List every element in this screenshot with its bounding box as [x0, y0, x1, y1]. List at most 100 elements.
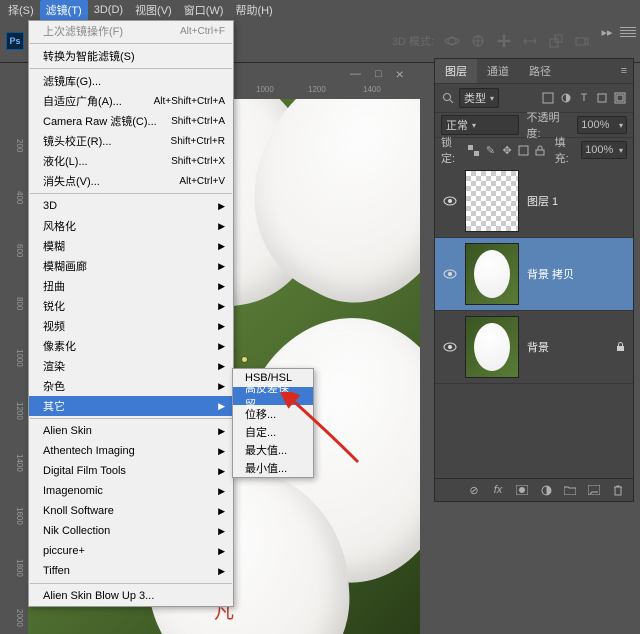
submenu-high-pass[interactable]: 高反差保留... — [233, 387, 313, 405]
menu-liquify[interactable]: 液化(L)...Shift+Ctrl+X — [29, 151, 233, 171]
search-icon[interactable] — [441, 91, 455, 105]
tab-layers[interactable]: 图层 — [435, 59, 477, 83]
menu-3d[interactable]: 3D(D) — [88, 0, 129, 20]
scale-icon[interactable] — [548, 33, 564, 49]
kind-select[interactable]: 类型▾ — [459, 88, 499, 108]
menu-vanishing-point[interactable]: 消失点(V)...Alt+Ctrl+V — [29, 171, 233, 191]
window-controls: — □ × — [350, 64, 404, 84]
menu-athentech[interactable]: Athentech Imaging▶ — [29, 441, 233, 461]
menu-other[interactable]: 其它▶ — [29, 396, 233, 416]
menu-alien-skin-blowup[interactable]: Alien Skin Blow Up 3... — [29, 586, 233, 606]
menu-imagenomic[interactable]: Imagenomic▶ — [29, 481, 233, 501]
link-layers-icon[interactable]: ⊘ — [467, 483, 481, 497]
menu-filter[interactable]: 滤镜(T) — [40, 0, 88, 20]
filter-text-icon[interactable]: T — [577, 91, 591, 105]
layer-name[interactable]: 图层 1 — [527, 193, 558, 209]
menu-distort[interactable]: 扭曲▶ — [29, 276, 233, 296]
maximize-button[interactable]: □ — [375, 68, 382, 80]
mask-icon[interactable] — [515, 483, 529, 497]
menu-adaptive-wide[interactable]: 自适应广角(A)...Alt+Shift+Ctrl+A — [29, 91, 233, 111]
filter-row: 类型▾ T — [435, 83, 633, 112]
pan-icon[interactable] — [496, 33, 512, 49]
menu-noise[interactable]: 杂色▶ — [29, 376, 233, 396]
layers-panel: 图层 通道 路径 ≡ 类型▾ T 正常▾ 不透明度: 100%▾ 锁定: ✎ ✥… — [434, 58, 634, 502]
opacity-input[interactable]: 100%▾ — [577, 116, 627, 134]
filter-pixel-icon[interactable] — [541, 91, 555, 105]
layer-thumbnail[interactable] — [465, 170, 519, 232]
layer-list: 图层 1 背景 拷贝 背景 — [435, 165, 633, 479]
lock-label: 锁定: — [441, 134, 464, 166]
panel-menu-icon[interactable]: ≡ — [621, 65, 627, 77]
menu-render[interactable]: 渲染▶ — [29, 356, 233, 376]
collapse-icon[interactable]: ▸▸ — [596, 24, 618, 40]
layers-footer: ⊘ fx — [435, 478, 633, 501]
menu-help[interactable]: 帮助(H) — [229, 0, 278, 20]
visibility-icon[interactable] — [435, 269, 465, 279]
tab-paths[interactable]: 路径 — [519, 59, 561, 83]
menu-tiffen[interactable]: Tiffen▶ — [29, 561, 233, 581]
menu-convert-smart[interactable]: 转换为智能滤镜(S) — [29, 46, 233, 66]
menu-alien-skin[interactable]: Alien Skin▶ — [29, 421, 233, 441]
filter-shape-icon[interactable] — [595, 91, 609, 105]
fill-label: 填充: — [555, 134, 578, 166]
camera-icon[interactable] — [574, 33, 590, 49]
close-button[interactable]: × — [396, 66, 404, 82]
submenu-minimum[interactable]: 最小值... — [233, 459, 313, 477]
roll-icon[interactable] — [470, 33, 486, 49]
menu-sharpen[interactable]: 锐化▶ — [29, 296, 233, 316]
filter-smart-icon[interactable] — [613, 91, 627, 105]
menu-3d-sub[interactable]: 3D▶ — [29, 196, 233, 216]
fx-icon[interactable]: fx — [491, 483, 505, 497]
menu-window[interactable]: 窗口(W) — [178, 0, 230, 20]
menu-nik[interactable]: Nik Collection▶ — [29, 521, 233, 541]
menu-lens-correction[interactable]: 镜头校正(R)...Shift+Ctrl+R — [29, 131, 233, 151]
mode-label: 3D 模式: — [392, 33, 434, 49]
minimize-button[interactable]: — — [350, 68, 361, 80]
fill-input[interactable]: 100%▾ — [581, 141, 627, 159]
visibility-icon[interactable] — [435, 342, 465, 352]
blend-row: 正常▾ 不透明度: 100%▾ — [435, 112, 633, 137]
blend-mode-select[interactable]: 正常▾ — [441, 115, 519, 135]
filter-menu-dropdown: 上次滤镜操作(F)Alt+Ctrl+F 转换为智能滤镜(S) 滤镜库(G)...… — [28, 20, 234, 607]
adjustment-icon[interactable] — [539, 483, 553, 497]
panel-menu-icon[interactable] — [620, 24, 636, 40]
menu-stylize[interactable]: 风格化▶ — [29, 216, 233, 236]
group-icon[interactable] — [563, 483, 577, 497]
slide-icon[interactable] — [522, 33, 538, 49]
panel-menu: ▸▸ — [596, 24, 636, 40]
layer-row[interactable]: 背景 拷贝 — [435, 238, 633, 311]
menu-blur-gallery[interactable]: 模糊画廊▶ — [29, 256, 233, 276]
orbit-icon[interactable] — [444, 33, 460, 49]
new-layer-icon[interactable] — [587, 483, 601, 497]
lock-pos-icon[interactable]: ✥ — [501, 143, 514, 157]
menu-view[interactable]: 视图(V) — [129, 0, 178, 20]
layer-row[interactable]: 背景 — [435, 311, 633, 384]
menu-blur[interactable]: 模糊▶ — [29, 236, 233, 256]
layer-thumbnail[interactable] — [465, 243, 519, 305]
layer-name[interactable]: 背景 — [527, 339, 549, 355]
filter-adjust-icon[interactable] — [559, 91, 573, 105]
menu-video[interactable]: 视频▶ — [29, 316, 233, 336]
submenu-custom[interactable]: 自定... — [233, 423, 313, 441]
lock-artboard-icon[interactable] — [517, 143, 530, 157]
layer-name[interactable]: 背景 拷贝 — [527, 266, 574, 282]
other-submenu: HSB/HSL 高反差保留... 位移... 自定... 最大值... 最小值.… — [232, 368, 314, 478]
tab-channels[interactable]: 通道 — [477, 59, 519, 83]
ps-logo-icon: Ps — [6, 32, 24, 50]
menu-camera-raw[interactable]: Camera Raw 滤镜(C)...Shift+Ctrl+A — [29, 111, 233, 131]
menu-piccure[interactable]: piccure+▶ — [29, 541, 233, 561]
submenu-maximum[interactable]: 最大值... — [233, 441, 313, 459]
menu-knoll[interactable]: Knoll Software▶ — [29, 501, 233, 521]
menu-pixelate[interactable]: 像素化▶ — [29, 336, 233, 356]
lock-all-icon[interactable] — [534, 143, 547, 157]
visibility-icon[interactable] — [435, 196, 465, 206]
menu-filter-gallery[interactable]: 滤镜库(G)... — [29, 71, 233, 91]
layer-row[interactable]: 图层 1 — [435, 165, 633, 238]
lock-image-icon[interactable]: ✎ — [484, 143, 497, 157]
trash-icon[interactable] — [611, 483, 625, 497]
menu-digital-film[interactable]: Digital Film Tools▶ — [29, 461, 233, 481]
menu-select[interactable]: 择(S) — [2, 0, 40, 20]
lock-trans-icon[interactable] — [468, 143, 481, 157]
menu-last-filter: 上次滤镜操作(F)Alt+Ctrl+F — [29, 21, 233, 41]
layer-thumbnail[interactable] — [465, 316, 519, 378]
